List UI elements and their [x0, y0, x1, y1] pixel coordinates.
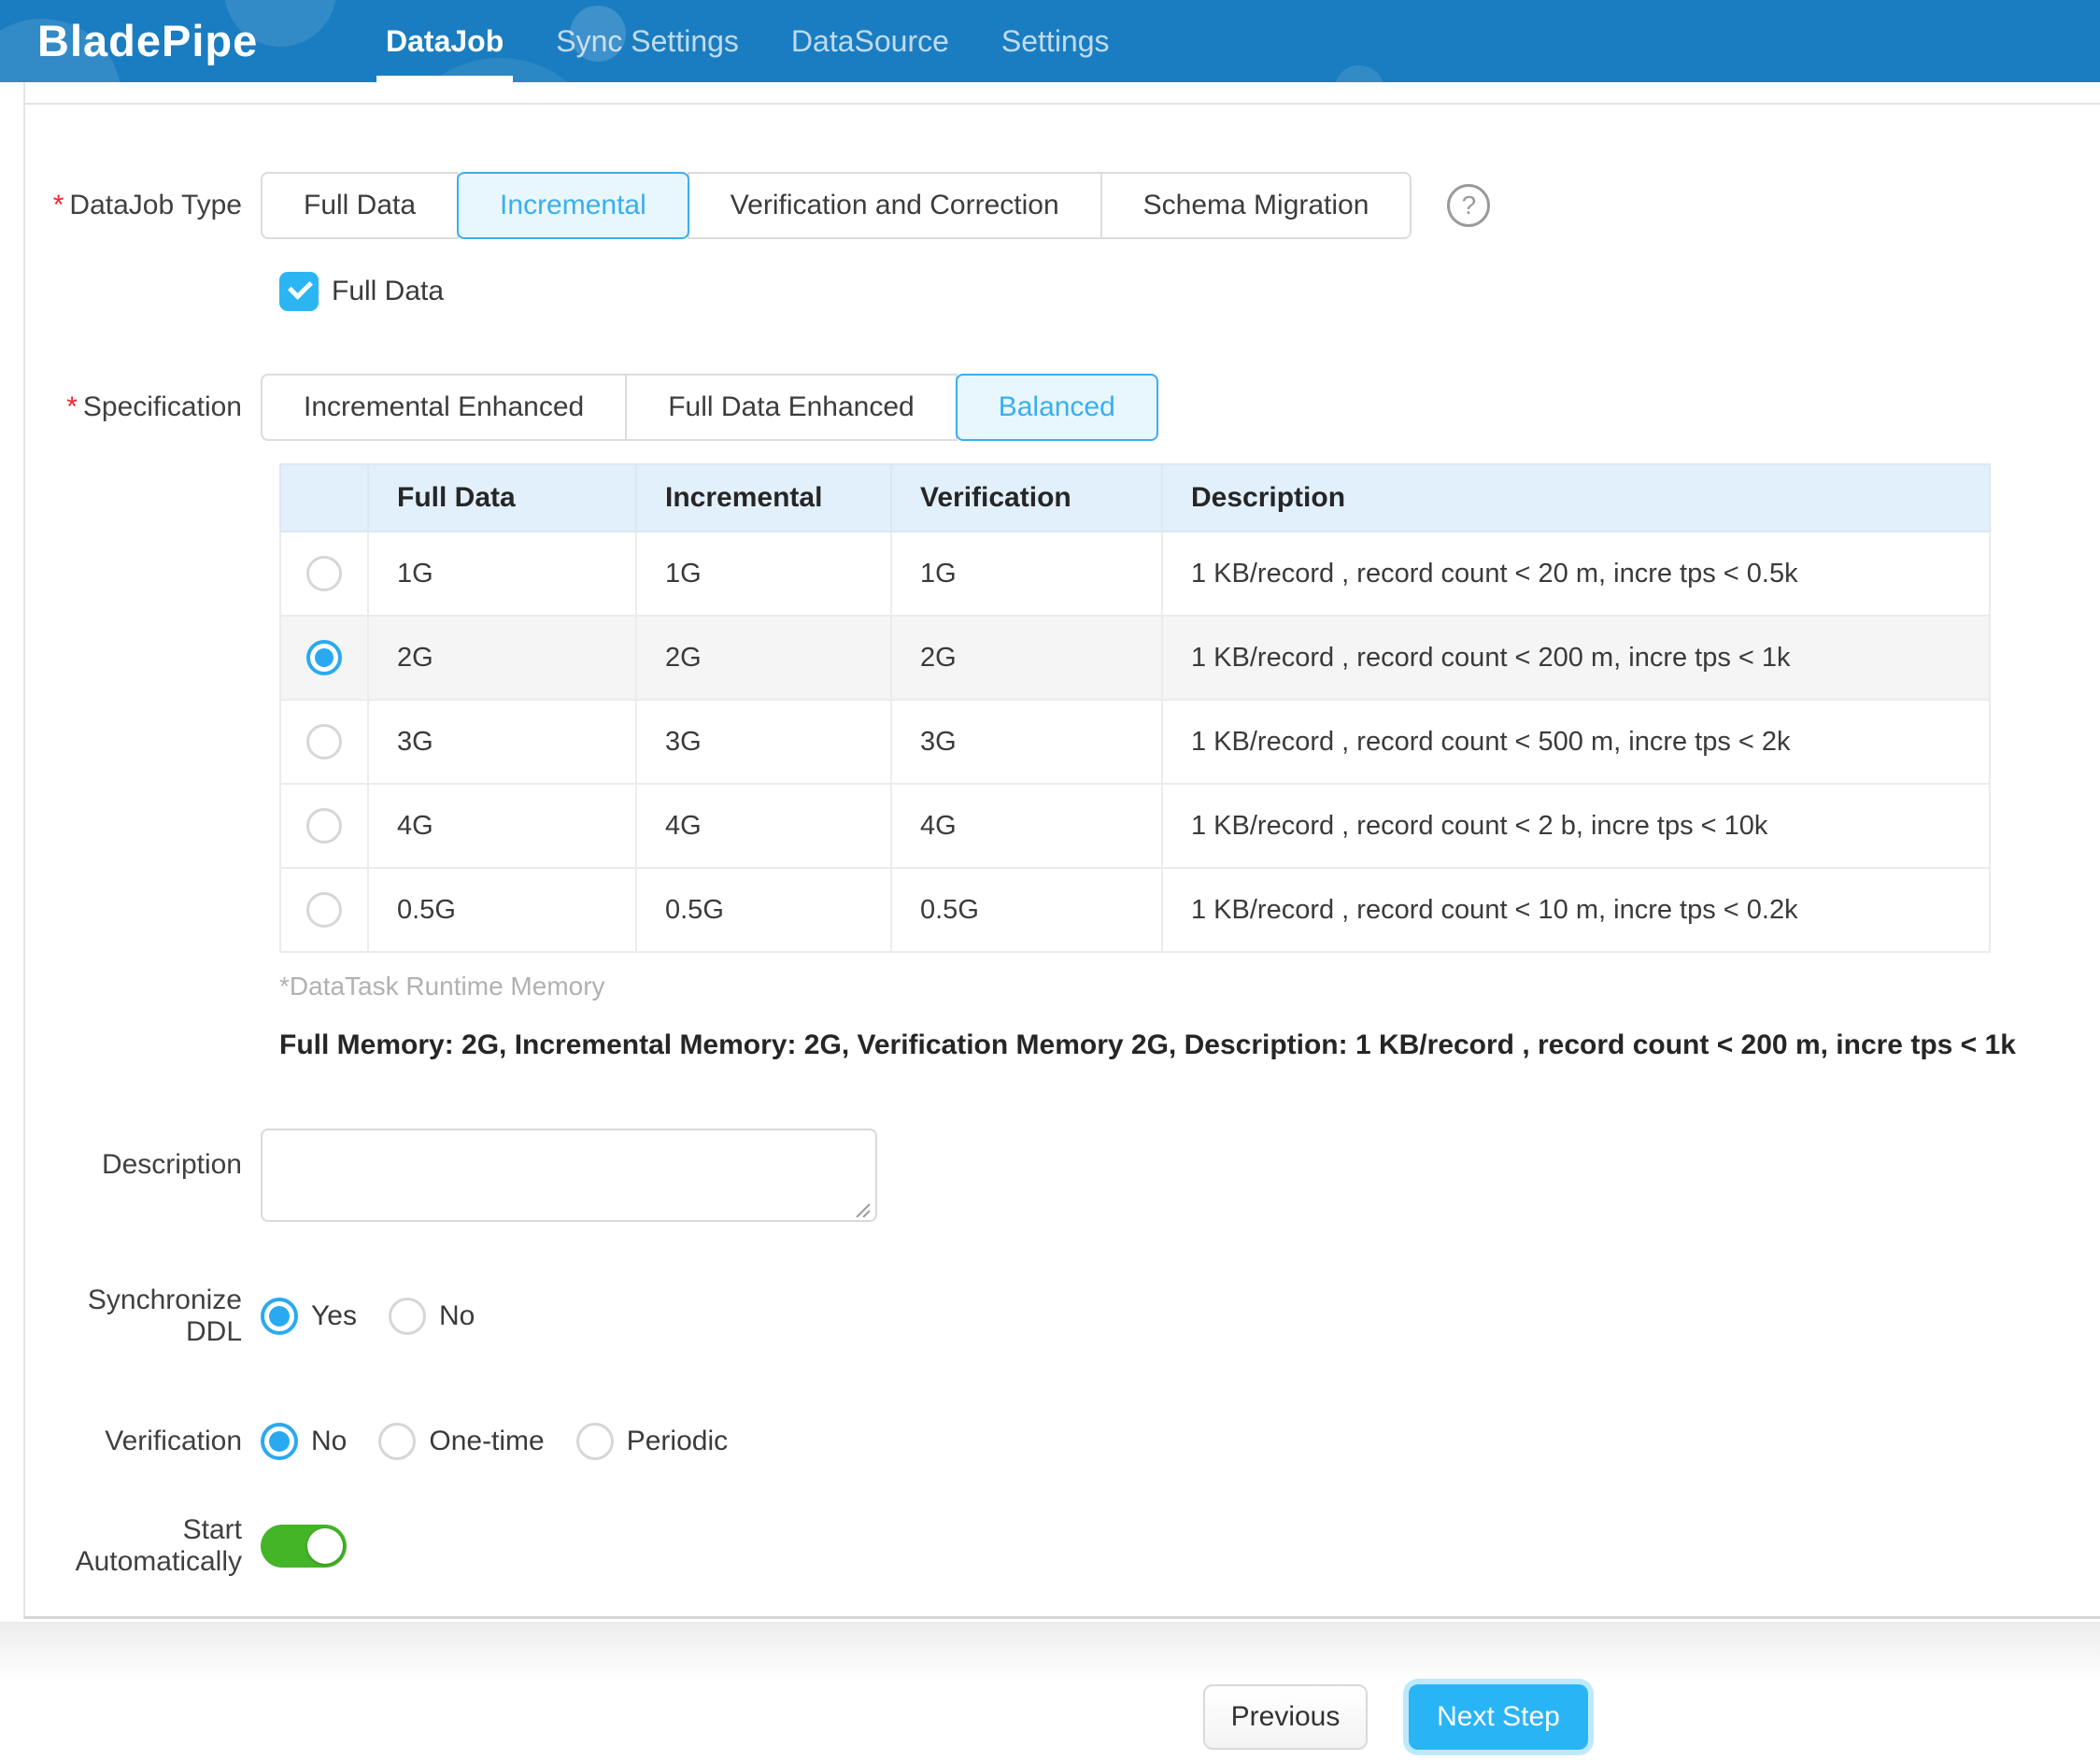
- toggle-knob: [307, 1528, 343, 1564]
- radio-icon[interactable]: [261, 1423, 298, 1460]
- full-data-checkbox-label: Full Data: [332, 276, 444, 307]
- verification-row: Verification No One-time Periodic: [25, 1421, 2100, 1462]
- datajob-type-row: *DataJob Type Full Data Incremental Veri…: [25, 172, 2100, 239]
- spec-table-row[interactable]: 0.5G 0.5G 0.5G 1 KB/record , record coun…: [280, 868, 1990, 952]
- logo-bubble: [1334, 65, 1384, 82]
- description-label: Description: [25, 1128, 261, 1181]
- radio-icon[interactable]: [261, 1298, 298, 1335]
- nav-tab-settings[interactable]: Settings: [975, 0, 1136, 82]
- description-row: Description: [25, 1128, 2100, 1227]
- specification-row: *Specification Incremental Enhanced Full…: [25, 374, 2100, 441]
- datajob-type-group: Full Data Incremental Verification and C…: [261, 172, 1412, 239]
- col-verification: Verification: [891, 464, 1162, 532]
- verification-option-one-time[interactable]: One-time: [378, 1423, 544, 1460]
- datajob-form: *DataJob Type Full Data Incremental Veri…: [25, 105, 2100, 1568]
- spec-table: Full Data Incremental Verification Descr…: [279, 463, 1991, 953]
- next-step-button[interactable]: Next Step: [1409, 1684, 1588, 1750]
- verification-option-periodic[interactable]: Periodic: [576, 1423, 728, 1460]
- specification-label: *Specification: [25, 391, 261, 423]
- datatask-runtime-memory-note: *DataTask Runtime Memory: [279, 972, 2100, 1001]
- spec-option-full-data-enhanced[interactable]: Full Data Enhanced: [625, 374, 958, 441]
- synchronize-ddl-row: Synchronize DDL Yes No: [25, 1296, 2100, 1337]
- verification-label: Verification: [25, 1426, 261, 1457]
- type-option-schema[interactable]: Schema Migration: [1100, 172, 1412, 239]
- selected-spec-summary: Full Memory: 2G, Incremental Memory: 2G,…: [279, 1029, 2100, 1061]
- radio-icon[interactable]: [389, 1298, 426, 1335]
- start-automatically-toggle[interactable]: [261, 1525, 347, 1568]
- footer-shadow: [0, 1622, 2100, 1682]
- spec-row-radio[interactable]: [306, 808, 342, 844]
- description-textarea[interactable]: [261, 1128, 877, 1222]
- start-automatically-row: Start Automatically: [25, 1524, 2100, 1568]
- specification-group: Incremental Enhanced Full Data Enhanced …: [261, 374, 1158, 441]
- required-asterisk: *: [66, 391, 78, 422]
- radio-icon[interactable]: [378, 1423, 416, 1460]
- ddl-option-no[interactable]: No: [389, 1298, 475, 1335]
- nav-tab-sync-settings[interactable]: Sync Settings: [530, 0, 765, 82]
- spec-table-row[interactable]: 2G 2G 2G 1 KB/record , record count < 20…: [280, 616, 1990, 700]
- ddl-option-yes[interactable]: Yes: [261, 1298, 357, 1335]
- required-asterisk: *: [53, 190, 64, 220]
- nav-tab-datajob[interactable]: DataJob: [360, 0, 530, 82]
- col-description: Description: [1162, 464, 1990, 532]
- spec-option-incremental-enhanced[interactable]: Incremental Enhanced: [261, 374, 627, 441]
- spec-row-radio[interactable]: [306, 556, 342, 591]
- spec-option-balanced[interactable]: Balanced: [956, 374, 1158, 441]
- col-full-data: Full Data: [368, 464, 636, 532]
- main-nav: DataJob Sync Settings DataSource Setting…: [360, 0, 1136, 82]
- synchronize-ddl-label: Synchronize DDL: [25, 1285, 261, 1348]
- footer-bar: Previous Next Step: [0, 1622, 2100, 1760]
- spec-row-radio[interactable]: [306, 892, 342, 928]
- full-data-checkbox[interactable]: [279, 272, 319, 311]
- spec-table-row[interactable]: 3G 3G 3G 1 KB/record , record count < 50…: [280, 700, 1990, 784]
- card-header-divider: [25, 82, 2100, 105]
- app-logo[interactable]: BladePipe: [37, 0, 258, 82]
- spec-row-radio[interactable]: [306, 724, 342, 759]
- previous-button[interactable]: Previous: [1203, 1684, 1368, 1750]
- col-incremental: Incremental: [636, 464, 891, 532]
- spec-table-row[interactable]: 4G 4G 4G 1 KB/record , record count < 2 …: [280, 784, 1990, 868]
- top-navbar: BladePipe DataJob Sync Settings DataSour…: [0, 0, 2100, 82]
- type-option-incremental[interactable]: Incremental: [457, 172, 689, 239]
- type-option-full-data[interactable]: Full Data: [261, 172, 459, 239]
- type-option-verification[interactable]: Verification and Correction: [688, 172, 1102, 239]
- start-automatically-label: Start Automatically: [25, 1514, 261, 1578]
- spec-table-row[interactable]: 1G 1G 1G 1 KB/record , record count < 20…: [280, 532, 1990, 616]
- spec-row-radio[interactable]: [306, 640, 342, 675]
- datajob-form-card: *DataJob Type Full Data Incremental Veri…: [23, 82, 2100, 1619]
- datajob-type-label: *DataJob Type: [25, 190, 261, 221]
- help-icon[interactable]: ?: [1447, 184, 1490, 227]
- radio-icon[interactable]: [576, 1423, 614, 1460]
- spec-table-header: Full Data Incremental Verification Descr…: [280, 464, 1990, 532]
- verification-option-no[interactable]: No: [261, 1423, 347, 1460]
- col-radio: [280, 464, 368, 532]
- nav-tab-datasource[interactable]: DataSource: [765, 0, 975, 82]
- full-data-checkbox-row: Full Data: [279, 271, 2100, 312]
